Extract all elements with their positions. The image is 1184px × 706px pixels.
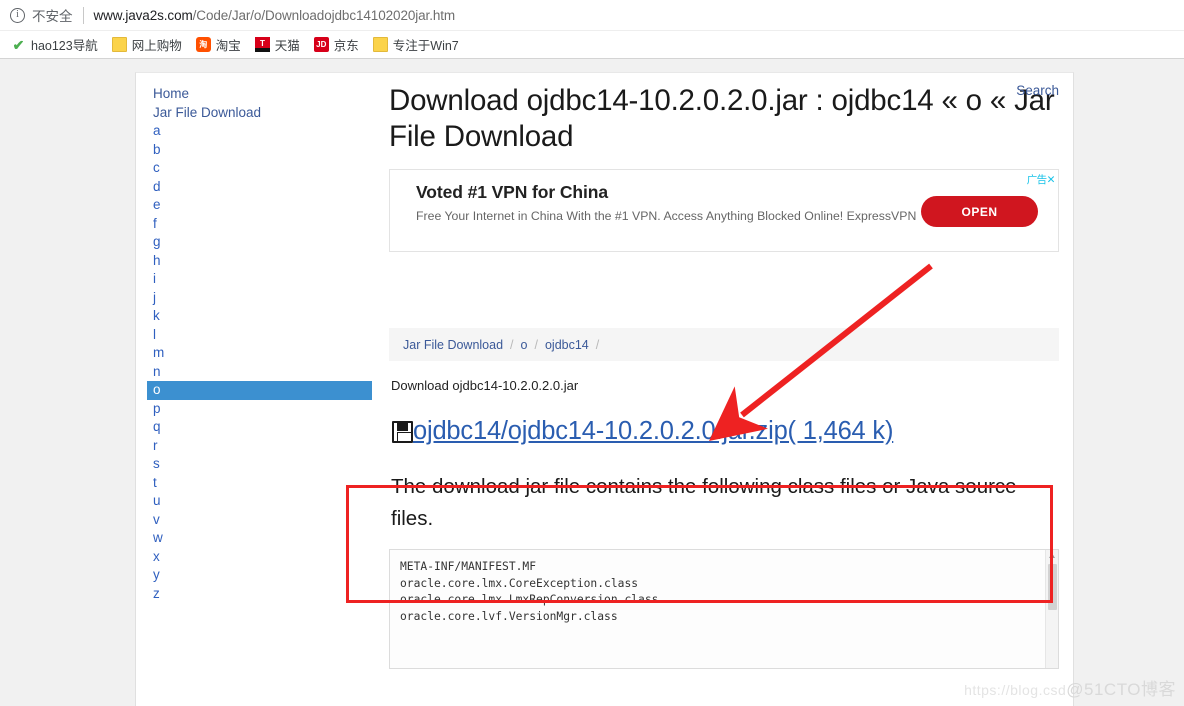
sidebar-item-h[interactable]: h — [150, 252, 389, 271]
url-host: www.java2s.com — [93, 7, 193, 23]
ad-open-button[interactable]: OPEN — [921, 196, 1038, 227]
sidebar-item-k[interactable]: k — [150, 307, 389, 326]
ad-description: Free Your Internet in China With the #1 … — [416, 209, 917, 223]
sidebar-item-i[interactable]: i — [150, 270, 389, 289]
url-path: /Code/Jar/o/Downloadojdbc14102020jar.htm — [192, 7, 456, 23]
sidebar-item-v[interactable]: v — [150, 511, 389, 530]
sidebar-item-g[interactable]: g — [150, 233, 389, 252]
sidebar-item-m[interactable]: m — [150, 344, 389, 363]
sidebar-alphabet-list: abcdefghijklmnopqrstuvwxyz — [147, 122, 389, 604]
sidebar-item-y[interactable]: y — [150, 566, 389, 585]
download-subtitle: Download ojdbc14-10.2.0.2.0.jar — [391, 378, 579, 393]
bookmark-label: 淘宝 — [215, 39, 241, 53]
bookmark-label: 专注于Win7 — [392, 39, 459, 53]
sidebar-item-o[interactable]: o — [147, 381, 372, 400]
tmall-glyph: T — [254, 37, 270, 52]
scroll-up-arrow-icon[interactable] — [1049, 553, 1055, 558]
breadcrumb-separator: / — [534, 337, 538, 352]
browser-chrome: i 不安全 www.java2s.com/Code/Jar/o/Download… — [0, 0, 1184, 59]
sidebar-item-t[interactable]: t — [150, 474, 389, 493]
sidebar-item-z[interactable]: z — [150, 585, 389, 604]
jd-icon: JD — [313, 37, 329, 52]
hao123-icon: ✔ — [12, 36, 25, 53]
sidebar-item-p[interactable]: p — [150, 400, 389, 419]
page-title: Download ojdbc14-10.2.0.2.0.jar : ojdbc1… — [389, 84, 1055, 153]
breadcrumb-separator: / — [595, 337, 600, 352]
code-line: oracle.core.lmx.CoreException.class — [400, 576, 639, 590]
folder-icon — [372, 37, 388, 52]
sidebar-item-c[interactable]: c — [150, 159, 389, 178]
sidebar-item-home[interactable]: Home — [150, 85, 389, 104]
bookmarks-bar: ✔ hao123导航 网上购物 淘 淘宝 T 天猫 JD 京东 专注于Win7 — [0, 30, 1184, 58]
page-container: Home Jar File Download abcdefghijklmnopq… — [135, 72, 1074, 706]
code-scrollbar[interactable] — [1045, 550, 1058, 668]
download-link-block: ojdbc14/ojdbc14-10.2.0.2.0.jar.zip( 1,46… — [389, 409, 1059, 453]
sidebar-item-b[interactable]: b — [150, 141, 389, 160]
sidebar-item-e[interactable]: e — [150, 196, 389, 215]
floppy-disk-icon — [392, 421, 413, 443]
bookmark-label: 京东 — [333, 39, 359, 53]
bookmark-jd[interactable]: JD 京东 — [307, 33, 366, 57]
bookmark-label: 天猫 — [274, 39, 300, 53]
sidebar-item-n[interactable]: n — [150, 363, 389, 382]
site-sidebar: Home Jar File Download abcdefghijklmnopq… — [136, 73, 389, 706]
omnibox-divider — [82, 6, 84, 24]
page-viewport: Home Jar File Download abcdefghijklmnopq… — [0, 59, 1184, 706]
info-circle-icon[interactable]: i — [10, 7, 25, 23]
folder-icon — [111, 37, 127, 52]
sidebar-item-w[interactable]: w — [150, 529, 389, 548]
code-line: oracle.core.lvf.VersionMgr.class — [400, 609, 618, 623]
bookmark-win7[interactable]: 专注于Win7 — [366, 33, 466, 57]
sidebar-item-q[interactable]: q — [150, 418, 389, 437]
code-line: META-INF/MANIFEST.MF — [400, 560, 537, 573]
sidebar-item-j[interactable]: j — [150, 289, 389, 308]
watermark-brand: @51CTO博客 — [1066, 680, 1176, 699]
code-line: oracle.core.lmx.LmxRepConversion.class — [400, 593, 659, 606]
sidebar-item-f[interactable]: f — [150, 215, 389, 234]
security-status-label: 不安全 — [32, 9, 73, 24]
bookmark-taobao[interactable]: 淘 淘宝 — [189, 33, 248, 57]
breadcrumb-item-jar-file-download[interactable]: Jar File Download — [403, 338, 503, 352]
tmall-icon: T — [254, 37, 270, 52]
bookmark-tmall[interactable]: T 天猫 — [248, 33, 307, 57]
sidebar-item-u[interactable]: u — [150, 492, 389, 511]
code-line-container: META-INF/MANIFEST.MF oracle.core.lmx.Core… — [400, 559, 1058, 625]
sidebar-item-l[interactable]: l — [150, 326, 389, 345]
svg-text:T: T — [260, 39, 265, 48]
ad-close-label[interactable]: 广告✕ — [1027, 172, 1056, 187]
ad-title: Voted #1 VPN for China — [416, 182, 608, 202]
bookmark-online-shopping[interactable]: 网上购物 — [105, 33, 189, 57]
search-link[interactable]: Search — [1016, 83, 1059, 98]
sidebar-item-x[interactable]: x — [150, 548, 389, 567]
main-content: Search Download ojdbc14-10.2.0.2.0.jar :… — [389, 73, 1073, 706]
download-jar-link[interactable]: ojdbc14/ojdbc14-10.2.0.2.0.jar.zip( 1,46… — [413, 417, 893, 445]
description-paragraph: The download jar file contains the follo… — [391, 475, 1017, 530]
watermark: https://blog.csd@51CTO博客 — [964, 675, 1176, 700]
breadcrumb: Jar File Download / o / ojdbc14 / — [389, 328, 1059, 361]
sidebar-item-a[interactable]: a — [150, 122, 389, 141]
sidebar-item-s[interactable]: s — [150, 455, 389, 474]
bookmark-label: 网上购物 — [131, 39, 182, 53]
breadcrumb-item-ojdbc14[interactable]: ojdbc14 — [545, 338, 589, 352]
taobao-icon: 淘 — [195, 37, 211, 52]
watermark-url: https://blog.csd — [964, 682, 1067, 698]
sidebar-item-d[interactable]: d — [150, 178, 389, 197]
bookmark-label: hao123导航 — [31, 39, 98, 53]
class-file-listing[interactable]: META-INF/MANIFEST.MF oracle.core.lmx.Core… — [389, 549, 1059, 669]
sidebar-item-r[interactable]: r — [150, 437, 389, 456]
scrollbar-thumb[interactable] — [1048, 564, 1057, 610]
address-bar-url[interactable]: www.java2s.com/Code/Jar/o/Downloadojdbc1… — [94, 8, 456, 23]
breadcrumb-item-o[interactable]: o — [521, 338, 528, 352]
bookmark-hao123[interactable]: ✔ hao123导航 — [4, 33, 105, 57]
sidebar-item-jar-file-download[interactable]: Jar File Download — [150, 104, 389, 123]
advertisement-banner[interactable]: 广告✕ Voted #1 VPN for China Free Your Int… — [389, 169, 1059, 252]
breadcrumb-separator: / — [510, 337, 514, 352]
omnibox[interactable]: i 不安全 www.java2s.com/Code/Jar/o/Download… — [0, 0, 1184, 30]
